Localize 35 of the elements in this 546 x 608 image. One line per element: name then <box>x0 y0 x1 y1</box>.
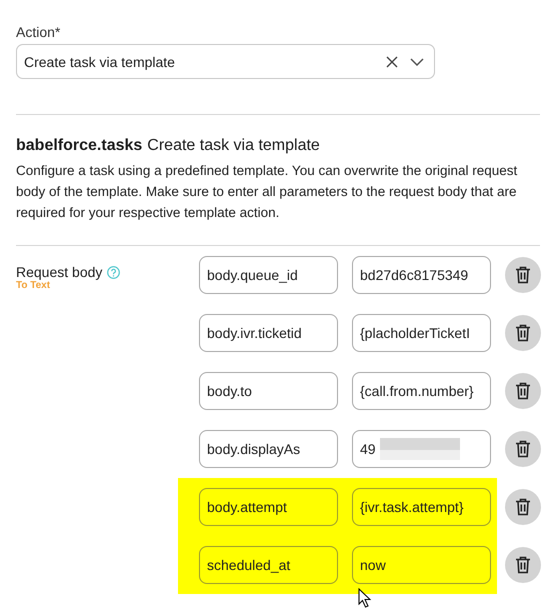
section-title: Create task via template <box>147 137 320 155</box>
trash-icon <box>515 440 531 458</box>
input-field[interactable]: body.ivr.ticketid <box>199 314 338 352</box>
help-icon <box>107 266 120 278</box>
input-field[interactable]: {ivr.task.attempt} <box>352 488 491 526</box>
input-field[interactable]: body.to <box>199 372 338 410</box>
field-label: Request body <box>16 264 102 280</box>
delete-button[interactable] <box>505 257 541 293</box>
description-text: Configure a task using a predefined template. You can overwrite the original request body of the template. Make sure to enter all parameters to the request body that are required for your respective template action. <box>16 162 518 222</box>
clear-icon[interactable] <box>386 56 398 68</box>
trash-icon <box>515 266 531 284</box>
input-field[interactable]: 49 <box>352 430 491 468</box>
trash-icon <box>515 498 531 516</box>
input-field[interactable]: body.attempt <box>199 488 338 526</box>
service-name: babelforce.tasks <box>16 137 142 155</box>
action-select[interactable]: Create task via template <box>16 44 435 79</box>
field-label: Action* <box>16 24 62 41</box>
cursor-icon <box>358 588 372 608</box>
trash-icon <box>515 324 531 342</box>
chevron-down-icon <box>410 58 424 66</box>
delete-button[interactable] <box>505 547 541 583</box>
delete-button[interactable] <box>505 373 541 409</box>
delete-button[interactable] <box>505 431 541 467</box>
trash-icon <box>515 382 531 400</box>
input-field[interactable]: {call.from.number} <box>352 372 491 410</box>
trash-icon <box>515 556 531 574</box>
input-field[interactable]: scheduled_at <box>199 546 338 584</box>
input-field[interactable]: now <box>352 546 491 584</box>
input-field[interactable]: body.displayAs <box>199 430 338 468</box>
input-field[interactable]: bd27d6c8175349 <box>352 256 491 294</box>
input-field[interactable]: body.queue_id <box>199 256 338 294</box>
input-field[interactable]: {placholderTicketI <box>352 314 491 352</box>
select-value: Create task via template <box>24 54 176 70</box>
delete-button[interactable] <box>505 489 541 525</box>
delete-button[interactable] <box>505 315 541 351</box>
